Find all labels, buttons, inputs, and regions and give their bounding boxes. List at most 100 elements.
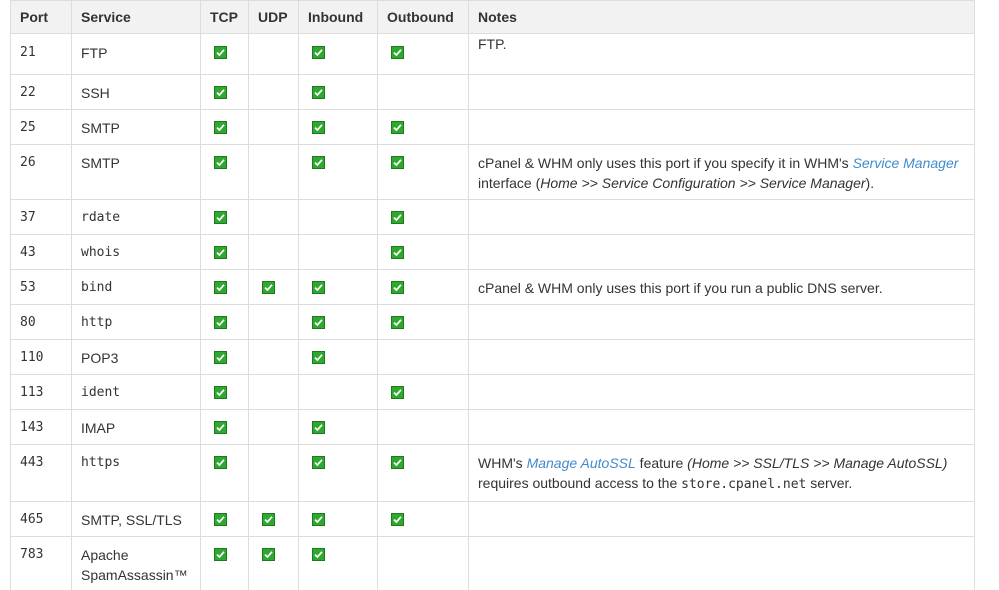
service-cell: rdate	[71, 199, 201, 235]
inbound-cell	[298, 234, 378, 270]
ports-table: Port Service TCP UDP Inbound Outbound No…	[10, 0, 975, 590]
green-checkbox-icon	[214, 121, 227, 134]
udp-cell	[248, 269, 299, 305]
outbound-cell	[377, 339, 469, 375]
tcp-cell	[200, 304, 249, 340]
port-cell: 783	[10, 536, 72, 590]
green-checkbox-icon	[312, 316, 325, 329]
tcp-cell	[200, 444, 249, 502]
inbound-cell	[298, 304, 378, 340]
green-checkbox-icon	[391, 46, 404, 59]
green-checkbox-icon	[214, 86, 227, 99]
udp-cell	[248, 339, 299, 375]
port-cell: 37	[10, 199, 72, 235]
service-cell: IMAP	[71, 409, 201, 445]
service-cell: SSH	[71, 74, 201, 110]
header-inbound: Inbound	[298, 0, 378, 34]
port-cell: 465	[10, 501, 72, 537]
service-cell: Apache SpamAssassin™	[71, 536, 201, 590]
note-text: requires outbound access to the	[478, 475, 682, 491]
port-cell: 43	[10, 234, 72, 270]
notes-cell	[468, 536, 975, 590]
manage-autossl-link[interactable]: Manage AutoSSL	[527, 455, 636, 471]
inbound-cell	[298, 536, 378, 590]
udp-cell	[248, 374, 299, 410]
udp-cell	[248, 234, 299, 270]
note-path: Home >> Service Configuration >> Service…	[540, 175, 866, 191]
green-checkbox-icon	[214, 156, 227, 169]
inbound-cell	[298, 501, 378, 537]
tcp-cell	[200, 374, 249, 410]
notes-cell	[468, 234, 975, 270]
notes-cell: cPanel & WHM only uses this port if you …	[468, 269, 975, 305]
udp-cell	[248, 144, 299, 200]
outbound-cell	[377, 536, 469, 590]
inbound-cell	[298, 444, 378, 502]
outbound-cell	[377, 374, 469, 410]
udp-cell	[248, 409, 299, 445]
service-cell: http	[71, 304, 201, 340]
note-path: (Home >> SSL/TLS >> Manage AutoSSL)	[687, 455, 948, 471]
tcp-cell	[200, 269, 249, 305]
udp-cell	[248, 304, 299, 340]
table-row: 25 SMTP	[10, 109, 975, 145]
tcp-cell	[200, 536, 249, 590]
tcp-cell	[200, 74, 249, 110]
service-cell: https	[71, 444, 201, 502]
service-cell: SMTP	[71, 144, 201, 200]
outbound-cell	[377, 444, 469, 502]
notes-cell	[468, 74, 975, 110]
table-row: 143 IMAP	[10, 409, 975, 445]
green-checkbox-icon	[214, 281, 227, 294]
outbound-cell	[377, 304, 469, 340]
tcp-cell	[200, 501, 249, 537]
service-manager-link[interactable]: Service Manager	[853, 155, 959, 171]
green-checkbox-icon	[214, 548, 227, 561]
service-cell: SMTP, SSL/TLS	[71, 501, 201, 537]
table-row: 53 bind cPanel & WHM only uses this port i…	[10, 269, 975, 305]
port-cell: 80	[10, 304, 72, 340]
note-code: store.cpanel.net	[681, 477, 807, 492]
green-checkbox-icon	[391, 121, 404, 134]
header-port: Port	[10, 0, 72, 34]
table-row: 26 SMTP cPanel & WHM only uses this port i…	[10, 144, 975, 200]
note-text: FTP.	[478, 36, 507, 52]
green-checkbox-icon	[214, 421, 227, 434]
service-cell: whois	[71, 234, 201, 270]
green-checkbox-icon	[391, 281, 404, 294]
notes-cell	[468, 409, 975, 445]
inbound-cell	[298, 374, 378, 410]
green-checkbox-icon	[312, 513, 325, 526]
inbound-cell	[298, 339, 378, 375]
green-checkbox-icon	[214, 316, 227, 329]
notes-cell: WHM's Manage AutoSSL feature (Home >> SS…	[468, 444, 975, 502]
green-checkbox-icon	[262, 548, 275, 561]
udp-cell	[248, 33, 299, 75]
outbound-cell	[377, 234, 469, 270]
green-checkbox-icon	[214, 46, 227, 59]
ports-table-page: Port Service TCP UDP Inbound Outbound No…	[0, 0, 999, 590]
header-udp: UDP	[248, 0, 299, 34]
udp-cell	[248, 74, 299, 110]
note-text: server.	[806, 475, 853, 491]
port-cell: 113	[10, 374, 72, 410]
udp-cell	[248, 444, 299, 502]
green-checkbox-icon	[312, 156, 325, 169]
notes-cell	[468, 374, 975, 410]
green-checkbox-icon	[312, 86, 325, 99]
green-checkbox-icon	[312, 351, 325, 364]
inbound-cell	[298, 144, 378, 200]
port-cell: 110	[10, 339, 72, 375]
green-checkbox-icon	[391, 513, 404, 526]
tcp-cell	[200, 109, 249, 145]
outbound-cell	[377, 74, 469, 110]
note-text: ).	[865, 175, 875, 191]
service-cell: FTP	[71, 33, 201, 75]
service-cell: SMTP	[71, 109, 201, 145]
port-cell: 53	[10, 269, 72, 305]
green-checkbox-icon	[391, 316, 404, 329]
green-checkbox-icon	[391, 386, 404, 399]
green-checkbox-icon	[391, 456, 404, 469]
green-checkbox-icon	[312, 456, 325, 469]
notes-cell	[468, 199, 975, 235]
